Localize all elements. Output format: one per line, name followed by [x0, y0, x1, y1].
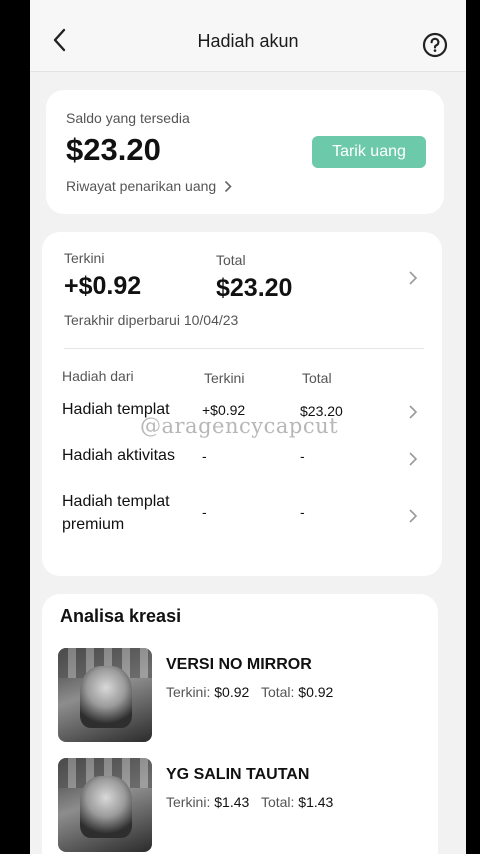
latest-stat-label: Terkini: — [166, 794, 211, 810]
creation-title: VERSI NO MIRROR — [166, 656, 312, 673]
row-latest: - — [202, 504, 207, 520]
total-stat-value: $0.92 — [298, 684, 334, 700]
rewards-card: Terkini +$0.92 Total $23.20 Terakhir dip… — [42, 232, 442, 576]
balance-card: Saldo yang tersedia $23.20 Tarik uang Ri… — [46, 90, 444, 214]
total-label: Total — [216, 252, 246, 268]
chevron-right-icon — [408, 451, 418, 472]
row-latest: - — [202, 448, 207, 464]
app-screen: Hadiah akun Saldo yang tersedia $23.20 T… — [30, 0, 466, 854]
last-updated-text: Terakhir diperbarui 10/04/23 — [64, 312, 239, 328]
chevron-right-icon — [408, 404, 418, 425]
latest-stat-value: $0.92 — [214, 684, 250, 700]
watermark-text: @aragencycapcut — [140, 414, 339, 438]
page-title: Hadiah akun — [197, 31, 299, 51]
latest-stat-value: $1.43 — [214, 794, 250, 810]
withdrawal-history-link[interactable]: Riwayat penarikan uang — [66, 178, 232, 194]
top-bar: Hadiah akun — [30, 0, 466, 72]
chevron-right-icon — [408, 508, 418, 529]
withdraw-button[interactable]: Tarik uang — [312, 136, 426, 168]
latest-stat-label: Terkini: — [166, 684, 211, 700]
total-stat-label: Total: — [260, 684, 295, 700]
available-balance-label: Saldo yang tersedia — [66, 110, 190, 126]
template-thumbnail — [58, 758, 152, 852]
creation-analysis-card: Analisa kreasi VERSI NO MIRROR Terkini: … — [42, 594, 438, 854]
column-header-latest: Terkini — [204, 370, 245, 386]
template-thumbnail — [58, 648, 152, 742]
withdrawal-history-label: Riwayat penarikan uang — [66, 178, 217, 194]
row-total: - — [300, 448, 305, 464]
total-stat-value: $1.43 — [298, 794, 334, 810]
row-total: - — [300, 504, 305, 520]
column-header-source: Hadiah dari — [62, 368, 134, 384]
total-stat-label: Total: — [260, 794, 295, 810]
section-title: Analisa kreasi — [60, 606, 182, 626]
divider — [64, 348, 424, 349]
total-value: $23.20 — [216, 274, 293, 302]
latest-label: Terkini — [64, 250, 105, 266]
latest-value: +$0.92 — [64, 272, 142, 300]
chevron-right-icon — [224, 180, 232, 193]
chevron-right-icon — [408, 270, 418, 291]
creation-stats: Terkini: $1.43 Total: $1.43 — [166, 794, 341, 810]
row-name: Hadiah templat premium — [62, 493, 170, 533]
row-name: Hadiah aktivitas — [62, 447, 175, 464]
column-header-total: Total — [302, 370, 332, 386]
available-balance-amount: $23.20 — [66, 132, 161, 167]
creation-title: YG SALIN TAUTAN — [166, 766, 310, 783]
creation-item[interactable]: VERSI NO MIRROR Terkini: $0.92 Total: $0… — [58, 648, 428, 742]
creation-stats: Terkini: $0.92 Total: $0.92 — [166, 684, 341, 700]
creation-item[interactable]: YG SALIN TAUTAN Terkini: $1.43 Total: $1… — [58, 758, 428, 852]
help-circle-icon[interactable] — [422, 32, 448, 58]
